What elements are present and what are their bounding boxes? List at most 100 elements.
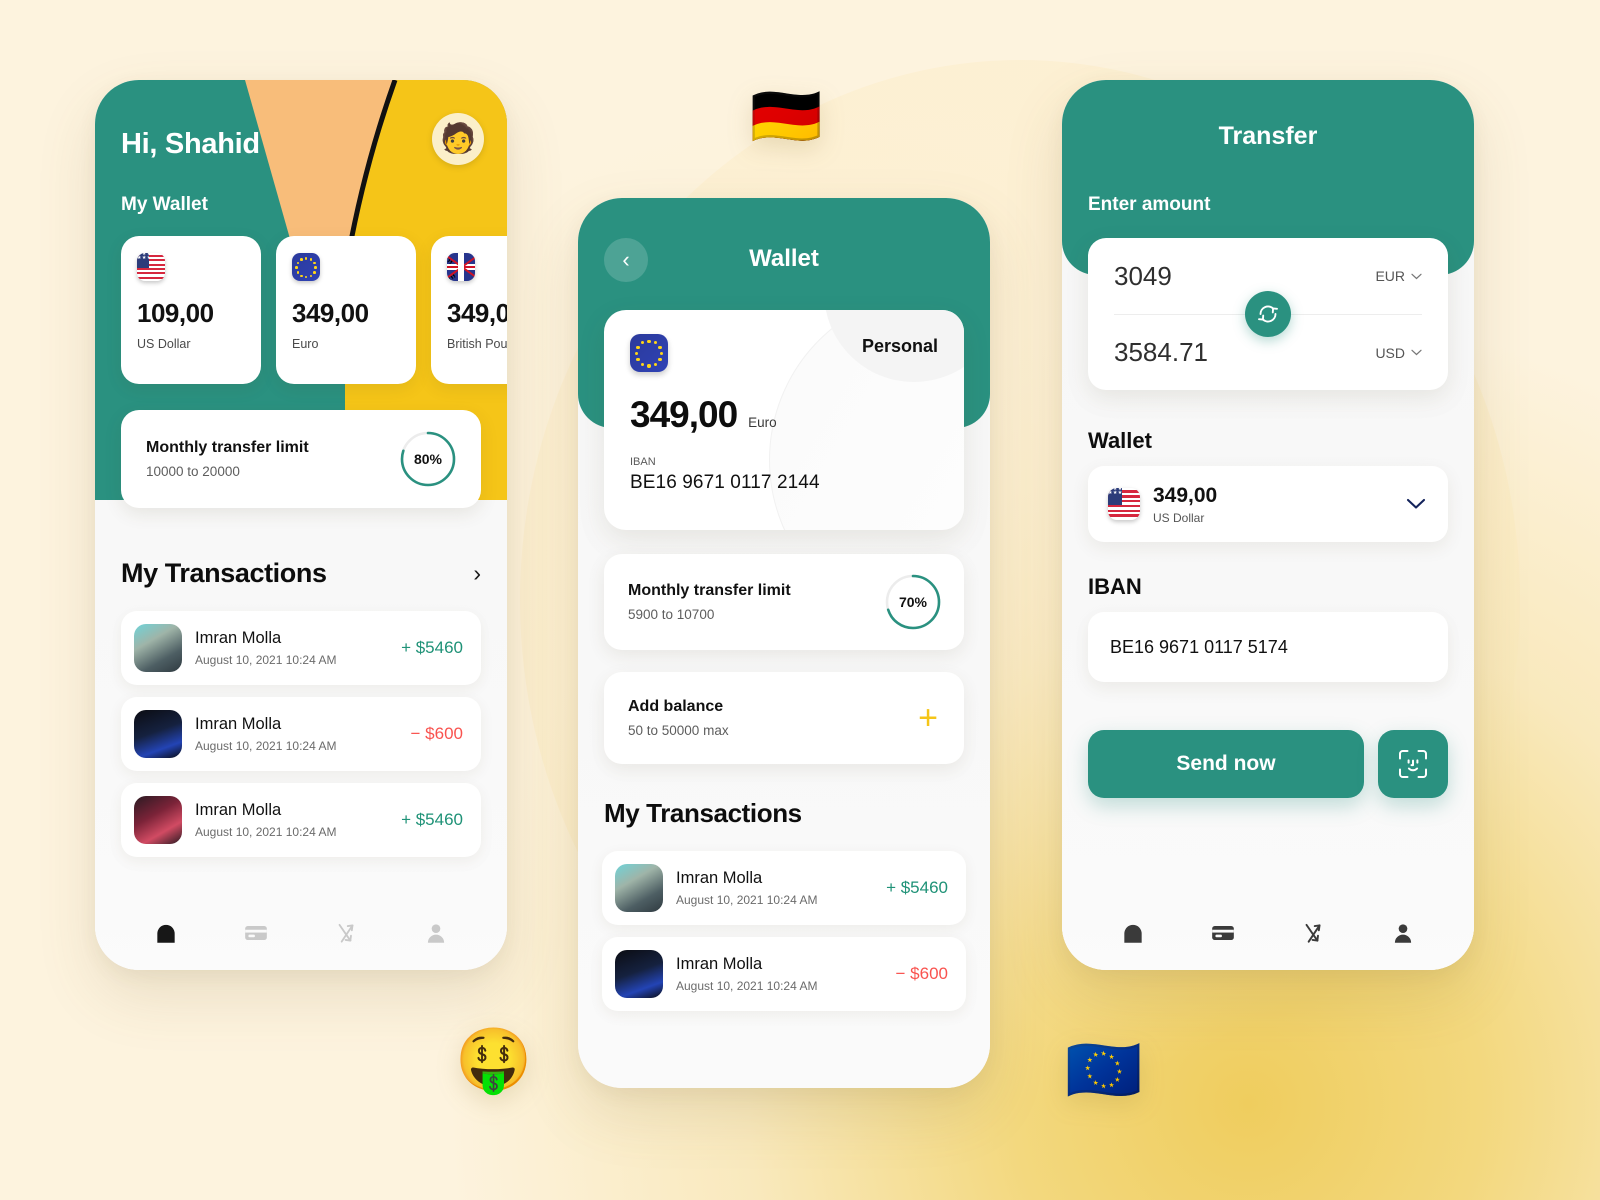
- face-id-button[interactable]: [1378, 730, 1448, 798]
- amount-to-input[interactable]: 3584.71: [1114, 337, 1208, 368]
- transaction-date: August 10, 2021 10:24 AM: [195, 653, 337, 667]
- phone-home-screen: Hi, Shahid My Wallet 🧑 ★★★★★★ 109,00 US …: [95, 80, 507, 970]
- transaction-amount: − $600: [410, 724, 463, 743]
- my-wallet-label: My Wallet: [121, 194, 208, 215]
- table-row[interactable]: Imran Molla August 10, 2021 10:24 AM + $…: [121, 611, 481, 685]
- limit-progress-ring: 80%: [399, 430, 457, 488]
- limit-percent: 70%: [898, 594, 928, 610]
- transaction-name: Imran Molla: [676, 955, 763, 973]
- swap-icon[interactable]: [1245, 291, 1291, 337]
- bottom-navigation: [1062, 868, 1474, 970]
- transactions-section: My Transactions › Imran Molla August 10,…: [121, 558, 481, 869]
- monthly-transfer-limit-card[interactable]: Monthly transfer limit 5900 to 10700 70%: [604, 554, 964, 650]
- chevron-down-icon: [1411, 273, 1422, 279]
- limit-title: Monthly transfer limit: [628, 582, 791, 599]
- home-icon[interactable]: [1120, 920, 1146, 946]
- page-title: Hi, Shahid: [121, 128, 260, 160]
- amount-from-input[interactable]: 3049: [1114, 261, 1172, 292]
- currency-card-gbp[interactable]: 349,00 British Pound: [431, 236, 507, 384]
- money-face-sticker: 🤑: [455, 1026, 533, 1095]
- currency-select-from[interactable]: EUR: [1375, 268, 1422, 284]
- currency-amount: 109,00: [137, 298, 214, 328]
- transaction-name: Imran Molla: [195, 715, 282, 733]
- transfer-actions: Send now: [1088, 730, 1448, 798]
- wallet-amount: 349,00: [630, 394, 738, 435]
- iban-label: IBAN: [630, 456, 656, 468]
- wallet-section-label: Wallet: [1088, 428, 1152, 453]
- iban-input[interactable]: BE16 9671 0117 5174: [1088, 612, 1448, 682]
- currency-name: US Dollar: [137, 337, 191, 351]
- currency-select-to[interactable]: USD: [1375, 345, 1422, 361]
- phone-wallet-screen: ‹ Wallet Personal 349,00 Euro IBAN BE16 …: [578, 198, 990, 1088]
- home-icon[interactable]: [153, 920, 179, 946]
- page-title: Wallet: [749, 245, 819, 272]
- transaction-date: August 10, 2021 10:24 AM: [195, 825, 337, 839]
- transfer-icon[interactable]: [333, 920, 359, 946]
- avatar: [134, 796, 182, 844]
- table-row[interactable]: Imran Molla August 10, 2021 10:24 AM − $…: [602, 937, 966, 1011]
- table-row[interactable]: Imran Molla August 10, 2021 10:24 AM + $…: [602, 851, 966, 925]
- wallet-select[interactable]: ★★★ ★★★ 349,00 US Dollar: [1088, 466, 1448, 542]
- eu-flag-icon: [630, 334, 668, 372]
- avatar[interactable]: 🧑: [432, 113, 484, 165]
- wallet-amount: 349,00: [1153, 483, 1218, 507]
- table-row[interactable]: Imran Molla August 10, 2021 10:24 AM + $…: [121, 783, 481, 857]
- transaction-amount: + $5460: [401, 810, 463, 829]
- iban-value: BE16 9671 0117 2144: [630, 472, 820, 493]
- iban-section-label: IBAN: [1088, 574, 1142, 599]
- transactions-title: My Transactions: [121, 558, 327, 588]
- chevron-right-icon[interactable]: ›: [473, 560, 481, 587]
- currency-card-usd[interactable]: ★★★★★★ 109,00 US Dollar: [121, 236, 261, 384]
- transaction-name: Imran Molla: [195, 629, 282, 647]
- avatar: [134, 624, 182, 672]
- transfer-icon[interactable]: [1300, 920, 1326, 946]
- limit-range: 10000 to 20000: [146, 464, 240, 479]
- add-balance-range: 50 to 50000 max: [628, 723, 729, 738]
- wallet-currency: Euro: [748, 415, 777, 430]
- currency-amount: 349,00: [447, 298, 507, 328]
- limit-range: 5900 to 10700: [628, 607, 715, 622]
- enter-amount-label: Enter amount: [1088, 194, 1211, 215]
- gb-flag-icon: [447, 253, 475, 281]
- currency-card-list: ★★★★★★ 109,00 US Dollar 349,00: [121, 236, 507, 384]
- avatar: [134, 710, 182, 758]
- currency-amount: 349,00: [292, 298, 369, 328]
- profile-icon[interactable]: [1390, 920, 1416, 946]
- profile-icon[interactable]: [423, 920, 449, 946]
- eu-flag-icon: [292, 253, 320, 281]
- table-row[interactable]: Imran Molla August 10, 2021 10:24 AM − $…: [121, 697, 481, 771]
- transaction-date: August 10, 2021 10:24 AM: [676, 979, 818, 993]
- add-balance-title: Add balance: [628, 698, 724, 715]
- wallet-balance-card[interactable]: Personal 349,00 Euro IBAN BE16 9671 0117…: [604, 310, 964, 530]
- plus-icon[interactable]: +: [918, 701, 938, 735]
- transaction-date: August 10, 2021 10:24 AM: [676, 893, 818, 907]
- send-now-button[interactable]: Send now: [1088, 730, 1364, 798]
- wallet-account-label: Personal: [861, 336, 938, 356]
- limit-title: Monthly transfer limit: [146, 439, 309, 456]
- page-title: Transfer: [1218, 122, 1318, 150]
- wallet-currency-name: US Dollar: [1153, 510, 1205, 525]
- germany-flag-sticker: 🇩🇪: [750, 84, 823, 149]
- currency-name: British Pound: [447, 337, 507, 351]
- chevron-down-icon: [1411, 349, 1422, 356]
- card-icon[interactable]: [243, 920, 269, 946]
- monthly-transfer-limit-card[interactable]: Monthly transfer limit 10000 to 20000 80…: [121, 410, 481, 508]
- card-icon[interactable]: [1210, 920, 1236, 946]
- eu-flag-sticker: 🇪🇺: [1065, 1036, 1143, 1105]
- add-balance-card[interactable]: Add balance 50 to 50000 max +: [604, 672, 964, 764]
- currency-to-value: USD: [1375, 344, 1405, 361]
- currency-card-eur[interactable]: 349,00 Euro: [276, 236, 416, 384]
- iban-value: BE16 9671 0117 5174: [1110, 636, 1288, 657]
- us-flag-icon: ★★★★★★: [1108, 488, 1140, 520]
- currency-from-value: EUR: [1375, 268, 1405, 284]
- bottom-navigation: [95, 868, 507, 970]
- avatar: [615, 864, 663, 912]
- transaction-amount: − $600: [895, 964, 948, 983]
- avatar: [615, 950, 663, 998]
- limit-percent: 80%: [413, 451, 443, 467]
- transactions-title: My Transactions: [604, 798, 802, 828]
- chevron-down-icon[interactable]: [1406, 498, 1426, 510]
- transaction-amount: + $5460: [886, 878, 948, 897]
- transactions-section: My Transactions Imran Molla August 10, 2…: [602, 798, 966, 1023]
- us-flag-icon: ★★★★★★: [137, 253, 165, 281]
